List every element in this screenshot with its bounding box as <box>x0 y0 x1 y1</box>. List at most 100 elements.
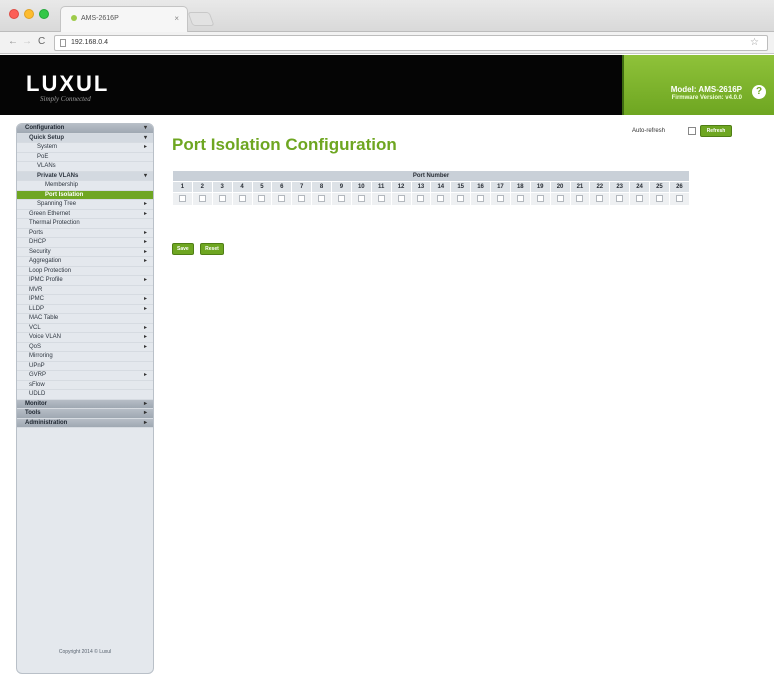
sidebar-item-administration[interactable]: Administration ▸ <box>17 418 153 428</box>
sidebar-item-ipmc-profile[interactable]: IPMC Profile ▸ <box>17 276 153 286</box>
port-number-cell: 14 <box>430 181 452 193</box>
browser-tab[interactable]: AMS-2616P × <box>60 6 188 32</box>
sidebar-item-vcl[interactable]: VCL ▸ <box>17 324 153 333</box>
address-bar[interactable]: 192.168.0.4 ☆ <box>54 35 768 51</box>
logo-tagline: Simply Connected <box>40 95 91 103</box>
sidebar-item-udld[interactable]: UDLD <box>17 390 153 400</box>
sidebar-item-mirroring[interactable]: Mirroring <box>17 352 153 362</box>
sidebar-item-gvrp[interactable]: GVRP ▸ <box>17 371 153 381</box>
port-isolation-checkbox[interactable] <box>516 195 524 203</box>
back-icon[interactable]: ← <box>8 36 18 48</box>
port-isolation-checkbox[interactable] <box>318 195 326 203</box>
sidebar-item-poe[interactable]: PoE <box>17 153 153 162</box>
port-number-cell: 10 <box>350 181 372 193</box>
menu-label: VCL <box>29 324 41 331</box>
port-isolation-checkbox[interactable] <box>218 195 226 203</box>
sidebar-item-configuration[interactable]: Configuration ▾ <box>17 124 153 134</box>
menu-label: Loop Protection <box>29 267 72 274</box>
port-isolation-checkbox[interactable] <box>536 195 544 203</box>
menu-label: Private VLANs <box>37 172 79 179</box>
port-isolation-checkbox[interactable] <box>437 195 445 203</box>
sidebar-item-sflow[interactable]: sFlow <box>17 381 153 390</box>
port-isolation-checkbox[interactable] <box>675 195 683 203</box>
sidebar-item-mac-table[interactable]: MAC Table <box>17 314 153 324</box>
port-isolation-checkbox[interactable] <box>655 195 663 203</box>
port-isolation-checkbox[interactable] <box>636 195 644 203</box>
expand-arrow-icon: ▸ <box>143 210 147 217</box>
sidebar-item-monitor[interactable]: Monitor ▸ <box>17 399 153 409</box>
menu-label: IPMC <box>29 296 44 302</box>
sidebar-item-qos[interactable]: QoS ▸ <box>17 343 153 352</box>
sidebar-item-port-isolation[interactable]: Port Isolation <box>17 190 153 200</box>
menu-label: PoE <box>37 153 49 160</box>
port-number-cell: 23 <box>609 181 631 193</box>
port-isolation-checkbox[interactable] <box>198 195 206 203</box>
port-isolation-checkbox[interactable] <box>576 195 584 203</box>
port-isolation-checkbox[interactable] <box>357 195 365 203</box>
sidebar-item-loop-protection[interactable]: Loop Protection <box>17 267 153 276</box>
port-isolation-checkbox[interactable] <box>496 195 504 203</box>
refresh-button[interactable]: Refresh <box>700 125 732 137</box>
expand-arrow-icon: ▸ <box>143 239 147 245</box>
expand-arrow-icon: ▸ <box>143 410 147 416</box>
sidebar-item-dhcp[interactable]: DHCP ▸ <box>17 238 153 248</box>
forward-icon[interactable]: → <box>22 36 32 48</box>
port-number-cell: 12 <box>390 181 412 193</box>
menu-label: Aggregation <box>29 258 62 264</box>
save-button[interactable]: Save <box>172 243 194 255</box>
sidebar-item-ports[interactable]: Ports ▸ <box>17 229 153 238</box>
new-tab-button[interactable] <box>187 12 215 26</box>
sidebar-item-ipmc[interactable]: IPMC ▸ <box>17 295 153 305</box>
auto-refresh-checkbox[interactable] <box>688 127 696 135</box>
reset-button[interactable]: Reset <box>200 243 224 255</box>
sidebar-item-green-ethernet[interactable]: Green Ethernet ▸ <box>17 210 153 219</box>
minimize-window-button[interactable] <box>24 9 34 19</box>
bookmark-star-icon[interactable]: ☆ <box>750 37 759 48</box>
menu-label: VLANs <box>37 163 56 169</box>
port-number-cell: 21 <box>569 181 591 193</box>
port-number-cell: 2 <box>191 181 213 193</box>
port-isolation-checkbox[interactable] <box>556 195 564 203</box>
port-isolation-checkbox[interactable] <box>337 195 345 203</box>
port-checkbox-cell <box>549 192 571 206</box>
sidebar-item-security[interactable]: Security ▸ <box>17 248 153 257</box>
firmware-label: Firmware Version: v4.0.0 <box>671 95 742 101</box>
sidebar-item-voice-vlan[interactable]: Voice VLAN ▸ <box>17 333 153 343</box>
sidebar-item-mvr[interactable]: MVR <box>17 286 153 295</box>
auto-refresh-label: Auto-refresh <box>632 128 666 134</box>
sidebar-item-tools[interactable]: Tools ▸ <box>17 409 153 419</box>
port-isolation-checkbox[interactable] <box>178 195 186 203</box>
port-isolation-checkbox[interactable] <box>457 195 465 203</box>
sidebar-item-thermal-protection[interactable]: Thermal Protection <box>17 219 153 229</box>
help-icon[interactable]: ? <box>752 85 766 99</box>
close-tab-icon[interactable]: × <box>174 14 179 23</box>
zoom-window-button[interactable] <box>39 9 49 19</box>
port-checkbox-cell <box>589 192 611 206</box>
luxul-logo: LUXUL <box>26 71 110 96</box>
port-isolation-checkbox[interactable] <box>238 195 246 203</box>
port-isolation-checkbox[interactable] <box>298 195 306 203</box>
sidebar-item-vlans[interactable]: VLANs <box>17 162 153 172</box>
sidebar-item-private-vlans[interactable]: Private VLANs ▾ <box>17 171 153 181</box>
sidebar-item-membership[interactable]: Membership <box>17 181 153 191</box>
sidebar-item-spanning-tree[interactable]: Spanning Tree ▸ <box>17 200 153 210</box>
sidebar-item-quick-setup[interactable]: Quick Setup ▾ <box>17 133 153 143</box>
tab-title: AMS-2616P <box>81 15 119 22</box>
sidebar-item-system[interactable]: System ▸ <box>17 143 153 153</box>
menu-label: Port Isolation <box>45 191 84 198</box>
port-isolation-checkbox[interactable] <box>616 195 624 203</box>
port-number-cell: 22 <box>589 181 611 193</box>
port-isolation-checkbox[interactable] <box>417 195 425 203</box>
port-isolation-checkbox[interactable] <box>596 195 604 203</box>
reload-icon[interactable]: C <box>38 36 45 48</box>
port-isolation-checkbox[interactable] <box>397 195 405 203</box>
sidebar-item-upnp[interactable]: UPnP <box>17 362 153 371</box>
table-header-row: Port Number <box>172 170 690 182</box>
close-window-button[interactable] <box>9 9 19 19</box>
port-isolation-checkbox[interactable] <box>258 195 266 203</box>
port-isolation-checkbox[interactable] <box>278 195 286 203</box>
sidebar-item-aggregation[interactable]: Aggregation ▸ <box>17 257 153 267</box>
port-isolation-checkbox[interactable] <box>377 195 385 203</box>
port-isolation-checkbox[interactable] <box>477 195 485 203</box>
sidebar-item-lldp[interactable]: LLDP ▸ <box>17 305 153 314</box>
